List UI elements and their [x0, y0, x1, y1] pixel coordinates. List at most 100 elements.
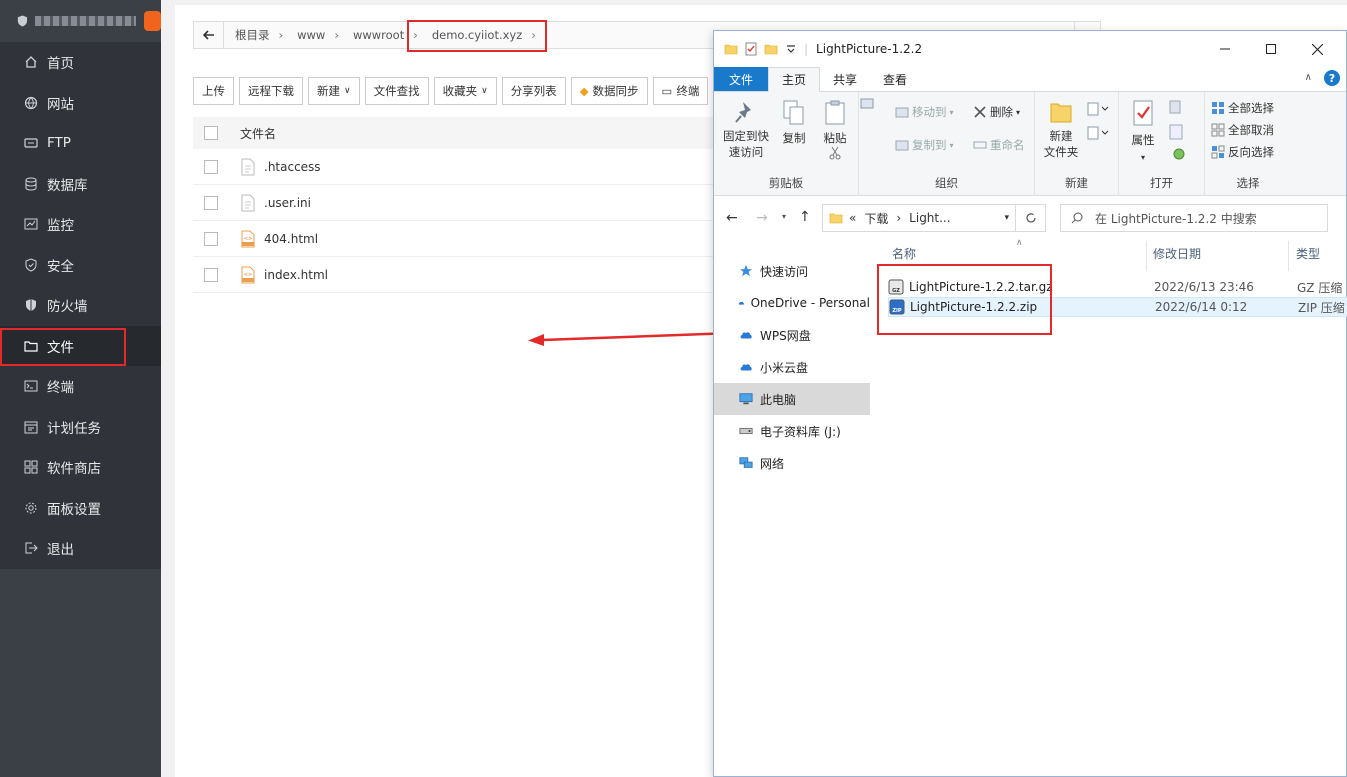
nav-item[interactable]: WPS网盘 [714, 319, 870, 351]
edit-icon[interactable] [1169, 124, 1185, 143]
database-icon [24, 177, 38, 191]
paste-button[interactable]: 粘贴 [817, 100, 853, 164]
table-row[interactable]: <> 404.html [193, 221, 793, 257]
table-row[interactable]: .user.ini [193, 185, 793, 221]
sidebar-item-11[interactable]: 面板设置 [0, 488, 161, 529]
move-to-button[interactable]: 移动到 ▾ [895, 104, 954, 120]
close-button[interactable] [1294, 35, 1340, 63]
sidebar-item-1[interactable]: 网站 [0, 83, 161, 124]
file-name[interactable]: 404.html [264, 232, 318, 246]
maximize-icon [1266, 44, 1276, 54]
chevron-down-icon[interactable] [784, 42, 798, 56]
column-name[interactable]: 名称 [892, 245, 916, 262]
file-name[interactable]: .user.ini [264, 196, 311, 210]
file-toolbar: 上传 远程下载 新建 ∨ 文件查找 收藏夹 ∨ 分享列表 ◆ 数据同步 ▭ 终端 [193, 77, 709, 105]
toolbar-button[interactable]: 分享列表 [501, 77, 566, 105]
sidebar-item-5[interactable]: 安全 [0, 245, 161, 286]
new-item-icon[interactable] [1087, 102, 1109, 119]
breadcrumb-item[interactable]: 根目录 › [228, 27, 290, 43]
nav-item[interactable]: 此电脑 [714, 383, 870, 415]
ribbon-group-organize: 移动到 ▾ 复制到 ▾ 删除 ▾ 重命名 组织 [859, 92, 1035, 196]
copy-button[interactable]: 复制 [776, 100, 812, 146]
toolbar-button[interactable]: 文件查找 [364, 77, 429, 105]
maximize-button[interactable] [1248, 35, 1294, 63]
toolbar-button[interactable]: ▭ 终端 [652, 77, 709, 105]
new-folder-icon[interactable] [764, 42, 778, 56]
tab-file[interactable]: 文件 [714, 67, 768, 91]
column-date[interactable]: 修改日期 [1153, 245, 1201, 262]
easy-access-icon[interactable] [1087, 126, 1109, 143]
help-button[interactable]: ? [1324, 70, 1340, 86]
address-refresh-button[interactable] [1015, 205, 1045, 231]
table-row[interactable]: .htaccess [193, 149, 793, 185]
properties-button[interactable]: 属性 ▾ [1125, 100, 1161, 166]
toolbar-button[interactable]: 收藏夹 ∨ [433, 77, 497, 105]
new-folder-icon [1050, 103, 1072, 123]
sidebar-item-12[interactable]: 退出 [0, 528, 161, 569]
toolbar-button[interactable]: 远程下载 [239, 77, 303, 105]
tab-share[interactable]: 共享 [820, 67, 870, 91]
address-dropdown[interactable]: ▾ [1004, 213, 1009, 223]
history-icon[interactable] [1169, 144, 1185, 163]
select-all-button[interactable]: 全部选择 [1211, 100, 1274, 116]
recent-locations-button[interactable]: ▾ [782, 212, 786, 221]
logo [0, 0, 162, 42]
sidebar-item-9[interactable]: 计划任务 [0, 407, 161, 448]
sidebar-item-7[interactable]: 文件 [0, 325, 161, 366]
delete-button[interactable]: 删除 ▾ [973, 104, 1020, 120]
collapse-ribbon-button[interactable]: ∧ [1305, 72, 1312, 83]
explorer-window: | LightPicture-1.2.2 文件 主页 共享 查看 ∧ ? 固定到… [713, 30, 1347, 777]
select-all-checkbox[interactable] [204, 126, 218, 140]
search-box[interactable]: 在 LightPicture-1.2.2 中搜索 [1060, 204, 1328, 232]
search-placeholder: 在 LightPicture-1.2.2 中搜索 [1095, 211, 1257, 226]
sidebar-item-3[interactable]: 数据库 [0, 164, 161, 205]
copy-to-button[interactable]: 复制到 ▾ [895, 137, 954, 153]
properties-check-icon[interactable] [744, 42, 758, 56]
toolbar-button[interactable]: ◆ 数据同步 [570, 77, 648, 105]
invert-selection-button[interactable]: 反向选择 [1211, 144, 1274, 160]
tab-home[interactable]: 主页 [768, 67, 821, 92]
row-checkbox[interactable] [204, 195, 218, 210]
select-group-label: 选择 [1236, 176, 1260, 190]
sidebar-item-2[interactable]: FTP [0, 123, 161, 164]
new-folder-button[interactable]: 新建 文件夹 [1039, 100, 1083, 160]
address-part-downloads[interactable]: 下载 [864, 210, 888, 227]
nav-item[interactable]: OneDrive - Personal [714, 287, 870, 319]
file-name[interactable]: .htaccess [264, 160, 321, 174]
select-none-button[interactable]: 全部取消 [1211, 122, 1274, 138]
address-part-current[interactable]: Light... [909, 211, 950, 225]
open-icon[interactable] [1169, 100, 1191, 117]
nav-forward-button[interactable]: → [756, 210, 768, 226]
sidebar-item-0[interactable]: 首页 [0, 42, 161, 83]
sidebar-item-4[interactable]: 监控 [0, 204, 161, 245]
pin-quick-access-button[interactable]: 固定到快 速访问 [718, 100, 774, 160]
select-all-icon [1212, 102, 1224, 114]
properties-label: 属性 [1131, 133, 1155, 147]
back-button[interactable] [194, 22, 224, 48]
sidebar-item-8[interactable]: 终端 [0, 366, 161, 407]
minimize-button[interactable] [1202, 35, 1248, 63]
file-name[interactable]: index.html [264, 268, 328, 282]
row-checkbox[interactable] [204, 159, 218, 174]
nav-back-button[interactable]: ← [726, 210, 738, 226]
rename-button[interactable]: 重命名 [973, 137, 1025, 153]
column-type[interactable]: 类型 [1296, 245, 1320, 262]
cut-icon[interactable] [829, 146, 841, 160]
address-bar[interactable]: « 下载 › Light... ▾ [822, 204, 1046, 232]
row-checkbox[interactable] [204, 267, 218, 282]
sidebar-item-6[interactable]: 防火墙 [0, 285, 161, 326]
toolbar-button[interactable]: 新建 ∨ [308, 77, 360, 105]
nav-item[interactable]: 快速访问 [714, 255, 870, 287]
ribbon-group-clipboard: 固定到快 速访问 复制 粘贴 剪贴板 [714, 92, 874, 196]
breadcrumb-item[interactable]: www › [290, 28, 346, 42]
toolbar-button[interactable]: 上传 [193, 77, 234, 105]
column-separator [1288, 241, 1289, 271]
row-checkbox[interactable] [204, 231, 218, 246]
sidebar-item-10[interactable]: 软件商店 [0, 447, 161, 488]
nav-up-button[interactable]: ↑ [799, 209, 811, 225]
table-row[interactable]: <> index.html [193, 257, 793, 293]
nav-item[interactable]: 电子资料库 (J:) [714, 415, 870, 447]
nav-item[interactable]: 网络 [714, 447, 870, 479]
tab-view[interactable]: 查看 [870, 67, 920, 91]
nav-item[interactable]: 小米云盘 [714, 351, 870, 383]
